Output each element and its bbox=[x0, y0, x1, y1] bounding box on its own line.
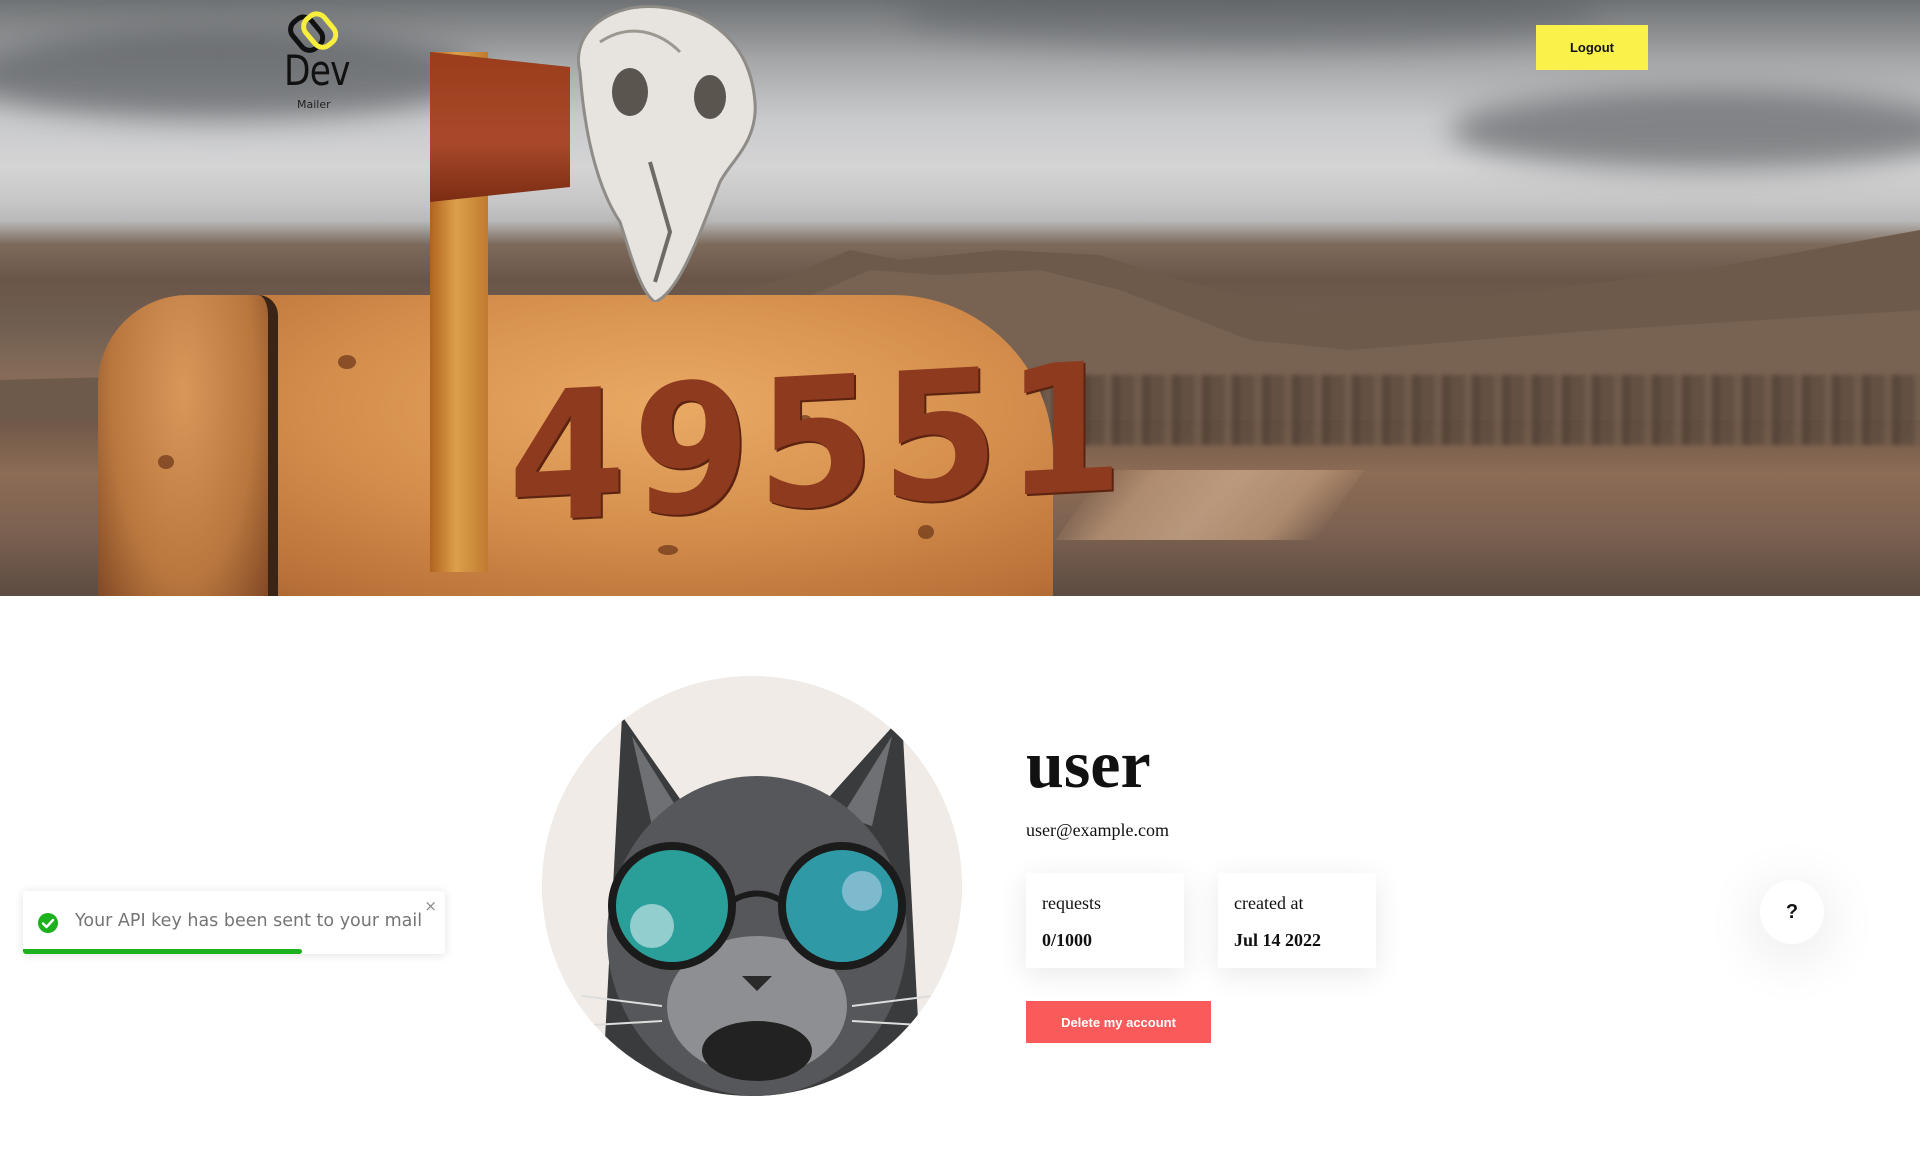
logo-subtitle: Mailer bbox=[297, 98, 331, 111]
help-button[interactable]: ? bbox=[1760, 880, 1824, 944]
profile-email: user@example.com bbox=[1026, 820, 1170, 840]
mailbox-image: 49551 bbox=[98, 295, 1129, 596]
stat-card-created-at: created at Jul 14 2022 bbox=[1218, 873, 1376, 968]
toast-message: Your API key has been sent to your mail bbox=[75, 911, 423, 931]
skull-image bbox=[577, 4, 757, 302]
stat-card-requests: requests 0/1000 bbox=[1026, 873, 1184, 968]
stat-value: Jul 14 2022 bbox=[1234, 930, 1322, 950]
check-circle-icon bbox=[38, 913, 58, 933]
delete-account-button[interactable]: Delete my account bbox=[1026, 1001, 1211, 1043]
avatar bbox=[542, 676, 962, 1096]
profile-username: user bbox=[1026, 726, 1151, 802]
hero-banner: 49551 Dev Mailer Logout bbox=[0, 0, 1920, 596]
logo-title: Dev bbox=[284, 46, 350, 95]
toast-notification: Your API key has been sent to your mail … bbox=[23, 891, 445, 954]
stat-value: 0/1000 bbox=[1042, 930, 1093, 950]
stat-label: created at bbox=[1234, 893, 1304, 913]
close-icon[interactable]: × bbox=[424, 897, 437, 915]
logout-button[interactable]: Logout bbox=[1536, 25, 1648, 70]
toast-progress-bar bbox=[23, 949, 302, 954]
stat-label: requests bbox=[1042, 893, 1101, 913]
mailbox-number: 49551 bbox=[508, 323, 1130, 565]
